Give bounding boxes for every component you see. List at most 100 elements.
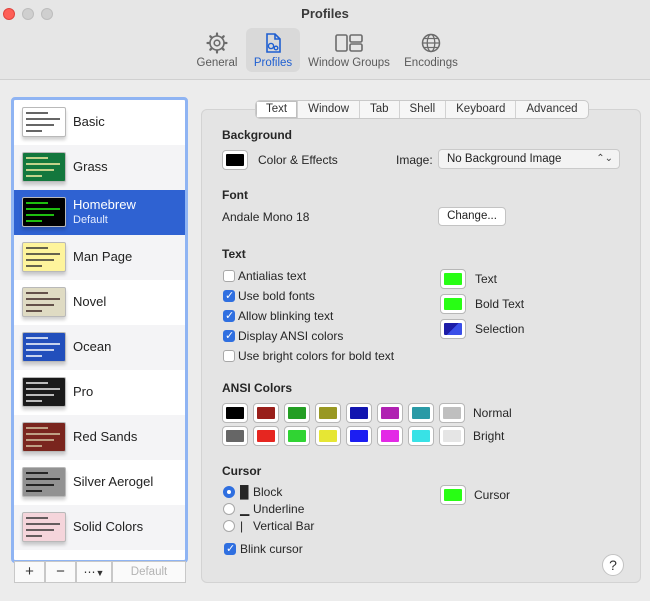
tab-window[interactable]: Window [297, 101, 359, 118]
text-heading: Text [222, 247, 246, 261]
toolbar-profiles-label: Profiles [253, 57, 293, 69]
profile-item[interactable]: Pro [14, 370, 185, 415]
text-option-checkbox[interactable] [223, 289, 235, 302]
thumbnail-text-line [26, 490, 42, 492]
profile-name: Grass [73, 159, 108, 174]
profile-item[interactable]: Ocean [14, 325, 185, 370]
profile-list[interactable]: Basic Grass Homebrew Default Man Page Novel Oc… [11, 97, 188, 563]
text-option-label: Antialias text [238, 269, 307, 283]
ansi-bright-color-well[interactable] [222, 426, 248, 446]
ansi-colors-heading: ANSI Colors [222, 381, 293, 395]
thumbnail-text-line [26, 292, 48, 294]
toolbar-encodings-button[interactable]: Encodings [400, 28, 462, 72]
chevron-down-icon: ▼ [95, 568, 105, 578]
profile-item[interactable]: Silver Aerogel [14, 460, 185, 505]
cursor-style-label: Vertical Bar [253, 519, 315, 533]
ansi-bright-color-well[interactable] [439, 426, 465, 446]
ansi-bright-color-well[interactable] [253, 426, 279, 446]
tab-text[interactable]: Text [256, 101, 298, 118]
profile-item[interactable]: Homebrew Default [14, 190, 185, 235]
text-color-well[interactable] [440, 269, 466, 289]
tab-shell[interactable]: Shell [398, 101, 446, 118]
thumbnail-text-line [26, 433, 60, 435]
cursor-style-radio[interactable] [223, 520, 235, 532]
thumbnail-text-line [26, 118, 60, 120]
profile-thumbnail [22, 377, 66, 407]
cursor-color-well[interactable] [440, 485, 466, 505]
profile-item[interactable]: Man Page [14, 235, 185, 280]
thumbnail-text-line [26, 529, 54, 531]
background-image-select[interactable]: No Background Image ⌃⌄ [438, 149, 620, 169]
profile-name: Novel [73, 294, 107, 309]
profile-item[interactable]: Basic [14, 100, 185, 145]
ansi-bright-color-well[interactable] [346, 426, 372, 446]
background-color-well[interactable] [222, 150, 248, 170]
thumbnail-text-line [26, 310, 42, 312]
remove-profile-button[interactable]: − [45, 561, 76, 583]
text-option-checkbox[interactable] [223, 329, 235, 342]
thumbnail-text-line [26, 400, 42, 402]
thumbnail-text-line [26, 157, 48, 159]
profile-thumbnail [22, 512, 66, 542]
ansi-normal-color-well[interactable] [346, 403, 372, 423]
text-option-label: Use bright colors for bold text [238, 349, 395, 363]
tab-advanced[interactable]: Advanced [515, 101, 587, 118]
text-option-checkbox[interactable] [223, 350, 235, 362]
profile-item[interactable]: Red Sands [14, 415, 185, 460]
add-profile-button[interactable]: + [14, 561, 45, 583]
window-title: Profiles [301, 6, 349, 21]
blink-cursor-checkbox[interactable] [224, 542, 236, 555]
select-arrows-icon: ⌃⌄ [596, 153, 613, 164]
thumbnail-text-line [26, 265, 42, 267]
color-fill [257, 407, 275, 419]
ansi-normal-color-well[interactable] [253, 403, 279, 423]
more-actions-button[interactable]: ⋯▼ [76, 561, 112, 583]
toolbar-general-button[interactable]: General [192, 28, 242, 72]
cursor-style-label: Underline [253, 502, 305, 516]
profile-item[interactable]: Solid Colors [14, 505, 185, 550]
ansi-normal-color-well[interactable] [439, 403, 465, 423]
toolbar-profiles-button[interactable]: Profiles [246, 28, 300, 72]
thumbnail-text-line [26, 337, 48, 339]
thumbnail-text-line [26, 472, 48, 474]
profile-thumbnail [22, 332, 66, 362]
ansi-bright-color-well[interactable] [284, 426, 310, 446]
text-option-checkbox[interactable] [223, 309, 235, 322]
text-option-label: Use bold fonts [238, 289, 315, 303]
background-image-value: No Background Image [447, 153, 562, 165]
cursor-style-glyph: ▁ [240, 502, 250, 516]
profile-name: Man Page [73, 249, 133, 264]
ansi-bright-color-well[interactable] [408, 426, 434, 446]
toolbar-window-groups-button[interactable]: Window Groups [306, 28, 392, 72]
tab-tab[interactable]: Tab [359, 101, 399, 118]
profile-thumbnail [22, 287, 66, 317]
text-color-well[interactable] [440, 319, 466, 339]
color-fill [412, 430, 430, 442]
cursor-color-label: Cursor [474, 488, 511, 502]
ansi-normal-color-well[interactable] [408, 403, 434, 423]
tab-keyboard[interactable]: Keyboard [445, 101, 515, 118]
cursor-style-radio[interactable] [223, 503, 235, 515]
thumbnail-text-line [26, 343, 60, 345]
help-button[interactable]: ? [602, 554, 624, 576]
color-fill [444, 323, 462, 335]
color-fill [443, 430, 461, 442]
ansi-normal-color-well[interactable] [222, 403, 248, 423]
profile-thumbnail [22, 422, 66, 452]
ansi-bright-color-well[interactable] [315, 426, 341, 446]
ansi-normal-color-well[interactable] [377, 403, 403, 423]
cursor-style-radio[interactable] [223, 486, 235, 498]
ansi-normal-color-well[interactable] [315, 403, 341, 423]
color-fill [350, 407, 368, 419]
text-option-checkbox[interactable] [223, 270, 235, 282]
cursor-style-glyph: | [240, 519, 244, 533]
gear-icon [206, 32, 228, 54]
ansi-normal-color-well[interactable] [284, 403, 310, 423]
ansi-bright-color-well[interactable] [377, 426, 403, 446]
text-color-well[interactable] [440, 294, 466, 314]
profile-item[interactable]: Grass [14, 145, 185, 190]
profile-item[interactable]: Novel [14, 280, 185, 325]
thumbnail-text-line [26, 439, 54, 441]
text-option-label: Display ANSI colors [238, 329, 344, 343]
change-font-button[interactable]: Change... [438, 207, 506, 226]
